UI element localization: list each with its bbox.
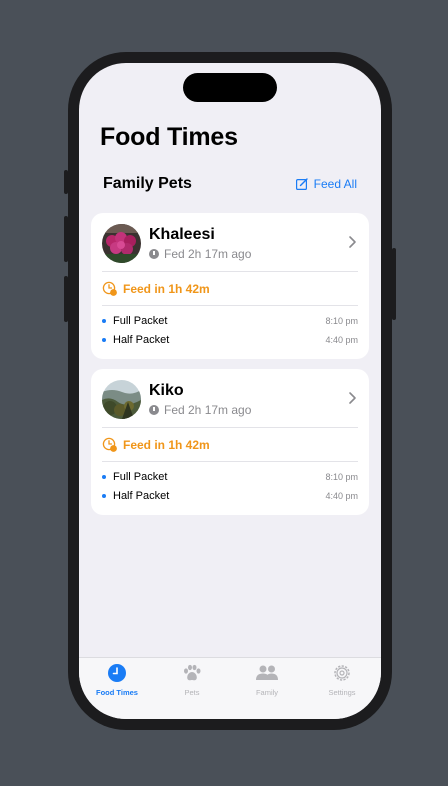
feed-all-button[interactable]: Feed All	[295, 177, 357, 191]
pet-card-khaleesi: Khaleesi Fed 2h 17m ago Feed in 1h 42m F…	[91, 213, 369, 359]
fed-text: Fed 2h 17m ago	[164, 247, 252, 261]
pet-avatar	[102, 224, 141, 263]
fed-status: Fed 2h 17m ago	[149, 247, 251, 261]
tab-family[interactable]: Family	[237, 663, 297, 705]
tab-pets[interactable]: Pets	[162, 663, 222, 705]
meal-row: Half Packet 4:40 pm	[102, 488, 358, 504]
meal-row: Half Packet 4:40 pm	[102, 332, 358, 348]
divider	[102, 271, 358, 272]
feed-in-status: Feed in 1h 42m	[102, 281, 210, 297]
bullet	[102, 319, 106, 323]
feed-in-status: Feed in 1h 42m	[102, 437, 210, 453]
meal-name: Half Packet	[113, 334, 170, 346]
meal-time: 4:40 pm	[325, 491, 358, 501]
pet-card-header[interactable]: Khaleesi Fed 2h 17m ago	[91, 213, 369, 271]
pet-card-header[interactable]: Kiko Fed 2h 17m ago	[91, 369, 369, 427]
people-icon	[256, 665, 278, 680]
bullet	[102, 338, 106, 342]
pet-name: Kiko	[149, 382, 184, 399]
meal-name: Full Packet	[113, 315, 168, 327]
divider	[102, 305, 358, 306]
clock-small-icon	[149, 249, 159, 259]
bullet	[102, 494, 106, 498]
bullet	[102, 475, 106, 479]
meal-time: 8:10 pm	[325, 316, 358, 326]
meal-name: Full Packet	[113, 471, 168, 483]
tab-bar: Food Times Pets Family Settings	[79, 657, 381, 719]
meal-row: Full Packet 8:10 pm	[102, 313, 358, 329]
page-title: Food Times	[100, 123, 238, 151]
meal-time: 4:40 pm	[325, 335, 358, 345]
pet-avatar	[102, 380, 141, 419]
pet-name: Khaleesi	[149, 226, 215, 243]
clock-small-icon	[149, 405, 159, 415]
clock-icon	[108, 664, 126, 682]
divider	[102, 427, 358, 428]
chevron-right-icon	[349, 236, 356, 248]
clock-alert-icon	[102, 281, 117, 296]
section-title: Family Pets	[103, 175, 192, 192]
dynamic-island	[183, 73, 277, 102]
meal-time: 8:10 pm	[325, 472, 358, 482]
feed-all-label: Feed All	[313, 177, 357, 191]
fed-status: Fed 2h 17m ago	[149, 403, 251, 417]
divider	[102, 461, 358, 462]
meal-row: Full Packet 8:10 pm	[102, 469, 358, 485]
tab-label: Pets	[184, 688, 200, 697]
fed-text: Fed 2h 17m ago	[164, 403, 252, 417]
gear-icon	[334, 665, 350, 681]
meal-name: Half Packet	[113, 490, 170, 502]
paw-icon	[184, 664, 201, 681]
feed-in-text: Feed in 1h 42m	[123, 282, 210, 296]
tab-label: Settings	[328, 688, 356, 697]
pet-card-kiko: Kiko Fed 2h 17m ago Feed in 1h 42m Full …	[91, 369, 369, 515]
screen: Food Times Family Pets Feed All Khaleesi…	[79, 63, 381, 719]
clock-alert-icon	[102, 437, 117, 452]
chevron-right-icon	[349, 392, 356, 404]
volume-up-button	[64, 216, 68, 262]
power-button	[392, 248, 396, 320]
compose-icon	[295, 178, 308, 190]
tab-label: Food Times	[96, 688, 138, 697]
feed-in-text: Feed in 1h 42m	[123, 438, 210, 452]
tab-label: Family	[255, 688, 279, 697]
tab-food-times[interactable]: Food Times	[87, 663, 147, 705]
tab-settings[interactable]: Settings	[312, 663, 372, 705]
phone-frame: Food Times Family Pets Feed All Khaleesi…	[68, 52, 392, 730]
silent-switch	[64, 170, 68, 194]
volume-down-button	[64, 276, 68, 322]
